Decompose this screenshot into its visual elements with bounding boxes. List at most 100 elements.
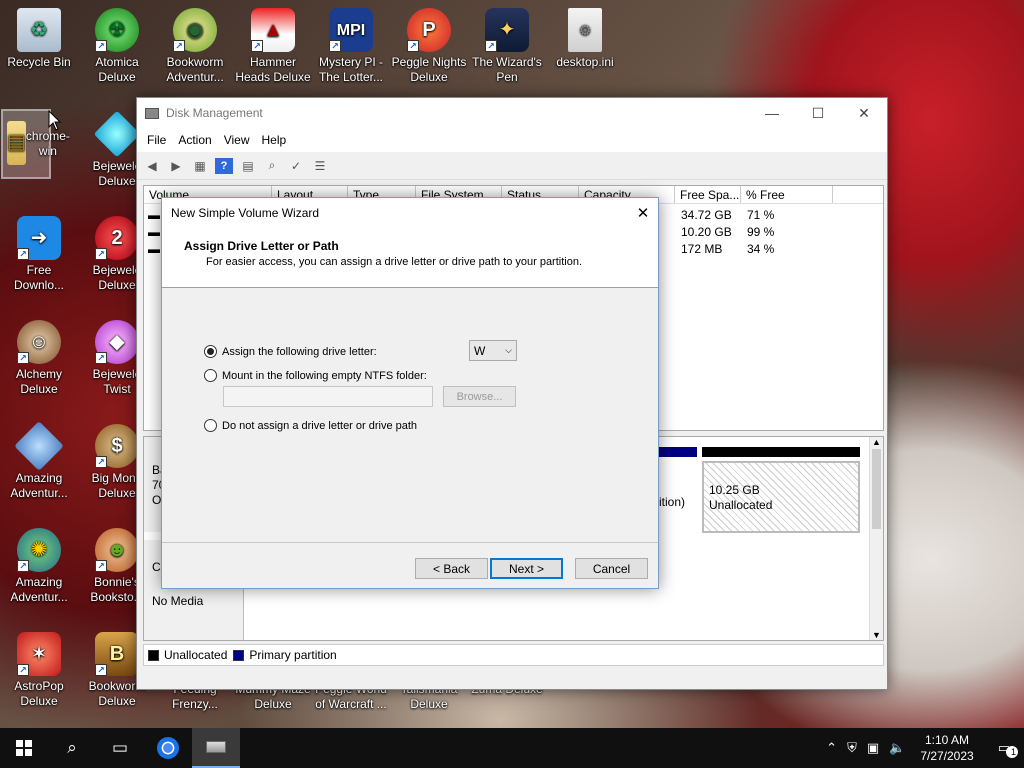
desktop-icon-amazing-adventures[interactable]: Amazing Adventur... (0, 421, 78, 501)
folder-path-input[interactable] (223, 386, 433, 407)
col-percent-free[interactable]: % Free (741, 186, 833, 203)
desktop-icon-amazing-adventures-2[interactable]: ✺ ↗ Amazing Adventur... (0, 528, 78, 605)
table-row-pct: 34 % (747, 242, 775, 256)
recycle-bin-icon: ♻ (17, 8, 61, 52)
mouse-cursor-icon (48, 110, 62, 131)
volume-row-icon: ▬ (148, 242, 160, 256)
unallocated-partition[interactable]: 10.25 GB Unallocated (702, 461, 860, 533)
security-shield-icon[interactable]: ⛨ (842, 740, 862, 756)
network-icon[interactable]: ▣ (862, 740, 884, 756)
col-free-space[interactable]: Free Spa... (675, 186, 741, 203)
help-icon[interactable]: ? (215, 157, 233, 174)
bejeweled2-icon: 2 ↗ (95, 216, 139, 260)
browse-button[interactable]: Browse... (443, 386, 516, 407)
wizard-title: New Simple Volume Wizard (171, 206, 320, 220)
desktop-icon-alchemy[interactable]: ☺ ↗ Alchemy Deluxe (0, 320, 78, 397)
menu-action[interactable]: Action (172, 133, 217, 147)
desktop-icon-astropop[interactable]: ✶ ↗ AstroPop Deluxe (0, 632, 78, 709)
windows-logo-icon (16, 740, 32, 756)
wizards-pen-icon: ✦ ↗ (485, 8, 529, 52)
scroll-thumb[interactable] (872, 449, 881, 529)
desktop-icon-atomica[interactable]: ☢ ↗ Atomica Deluxe (78, 8, 156, 85)
icon-label: Hammer Heads Deluxe (235, 55, 311, 84)
desktop-icon-hammer-heads[interactable]: ▲ ↗ Hammer Heads Deluxe (234, 8, 312, 85)
atomica-icon: ☢ ↗ (95, 8, 139, 52)
chevron-up-icon[interactable]: ⌃ (821, 740, 842, 756)
toolbar: ◀ ▶ ▦ ? ▤ ⌕ ✓ ☰ (137, 152, 887, 180)
desktop-icon-bookworm[interactable]: ◉ ↗ Bookworm Adventur... (156, 8, 234, 85)
forward-arrow-icon[interactable]: ▶ (167, 158, 185, 174)
search-icon[interactable]: ⌕ (48, 728, 96, 768)
divider (162, 542, 658, 543)
table-row-free: 34.72 GB (681, 208, 732, 222)
connect-icon[interactable]: ⌕ (263, 158, 281, 174)
option-mount-folder-label: Mount in the following empty NTFS folder… (222, 369, 427, 382)
partition-bar-primary (659, 447, 697, 457)
start-button[interactable] (0, 728, 48, 768)
cancel-button[interactable]: Cancel (575, 558, 648, 579)
task-view-icon[interactable]: ▭ (96, 728, 144, 768)
chrome-icon[interactable] (144, 728, 192, 768)
console-tree-icon[interactable]: ▦ (191, 158, 209, 174)
legend-primary: Primary partition (249, 648, 337, 662)
title-bar[interactable]: Disk Management — ☐ ✕ (137, 98, 887, 128)
icon-label: Alchemy Deluxe (15, 367, 62, 396)
desktop-icon-recycle-bin[interactable]: ♻ Recycle Bin (0, 8, 78, 70)
bejeweled-twist-icon: ◆ ↗ (95, 320, 139, 364)
new-simple-volume-wizard: New Simple Volume Wizard ✕ Assign Drive … (161, 197, 659, 589)
menu-file[interactable]: File (141, 133, 172, 147)
icon-label: Mystery PI - The Lotter... (318, 55, 384, 84)
hammer-heads-icon: ▲ ↗ (251, 8, 295, 52)
option-no-letter[interactable]: Do not assign a drive letter or drive pa… (204, 419, 417, 432)
icon-label: AstroPop Deluxe (14, 679, 64, 708)
check-icon[interactable]: ✓ (287, 158, 305, 174)
icon-label: Bookworm Adventur... (166, 55, 224, 84)
volume-row-icon: ▬ (148, 208, 160, 222)
table-row-pct: 99 % (747, 225, 775, 239)
legend: Unallocated Primary partition (143, 644, 884, 666)
icon-label: Atomica Deluxe (95, 55, 139, 84)
table-row-free: 10.20 GB (681, 225, 732, 239)
bookworm-deluxe-icon: B ↗ (95, 632, 139, 676)
settings-list-icon[interactable]: ☰ (311, 158, 329, 174)
minimize-button[interactable]: — (749, 98, 795, 128)
drive-letter-select[interactable]: W ⌵ (469, 340, 517, 361)
wizard-title-bar[interactable]: New Simple Volume Wizard ✕ (162, 198, 658, 228)
radio-no-letter[interactable] (204, 419, 217, 432)
back-button[interactable]: < Back (415, 558, 488, 579)
desktop-icon-chrome-win[interactable]: ▤ chrome-win (1, 109, 70, 179)
radio-mount-folder[interactable] (204, 369, 217, 382)
desktop-icon-wizards-pen[interactable]: ✦ ↗ The Wizard's Pen (468, 8, 546, 85)
scroll-up-icon[interactable]: ▲ (870, 437, 883, 447)
option-mount-folder[interactable]: Mount in the following empty NTFS folder… (204, 369, 427, 382)
wizard-close-icon[interactable]: ✕ (628, 204, 658, 222)
maximize-button[interactable]: ☐ (795, 98, 841, 128)
menu-bar: File Action View Help (137, 128, 887, 152)
desktop-icon-free-download[interactable]: ➜ ↗ Free Downlo... (0, 216, 78, 293)
wizard-subheading: For easier access, you can assign a driv… (206, 256, 583, 268)
radio-assign-letter[interactable] (204, 345, 217, 358)
properties-icon[interactable]: ▤ (239, 158, 257, 174)
vertical-scrollbar[interactable]: ▲ ▼ (869, 437, 883, 640)
desktop-icon-mystery-pi[interactable]: MPI ↗ Mystery PI - The Lotter... (312, 8, 390, 85)
menu-help[interactable]: Help (256, 133, 293, 147)
volume-muted-icon[interactable]: 🔈 (884, 740, 910, 756)
scroll-down-icon[interactable]: ▼ (870, 630, 883, 640)
system-tray: ⌃ ⛨ ▣ 🔈 1:10 AM 7/27/2023 ▭ 1 (821, 728, 1024, 768)
desktop-icon-desktop-ini[interactable]: ⚙ desktop.ini (546, 8, 624, 70)
next-button[interactable]: Next > (490, 558, 563, 579)
amazing-adventures2-icon: ✺ ↗ (17, 528, 61, 572)
disk-management-taskbar-icon[interactable] (192, 728, 240, 768)
close-button[interactable]: ✕ (841, 98, 887, 128)
menu-view[interactable]: View (218, 133, 256, 147)
back-arrow-icon[interactable]: ◀ (143, 158, 161, 174)
option-assign-letter[interactable]: Assign the following drive letter: (204, 345, 377, 358)
clock-date: 7/27/2023 (920, 749, 974, 763)
icon-label: desktop.ini (556, 55, 614, 69)
table-row-pct: 71 % (747, 208, 775, 222)
desktop-icon-peggle-nights[interactable]: P ↗ Peggle Nights Deluxe (390, 8, 468, 85)
icon-label: Amazing Adventur... (10, 575, 68, 604)
icon-label: Recycle Bin (7, 55, 71, 69)
notification-center-icon[interactable]: ▭ 1 (984, 740, 1024, 758)
clock[interactable]: 1:10 AM 7/27/2023 (910, 732, 983, 764)
